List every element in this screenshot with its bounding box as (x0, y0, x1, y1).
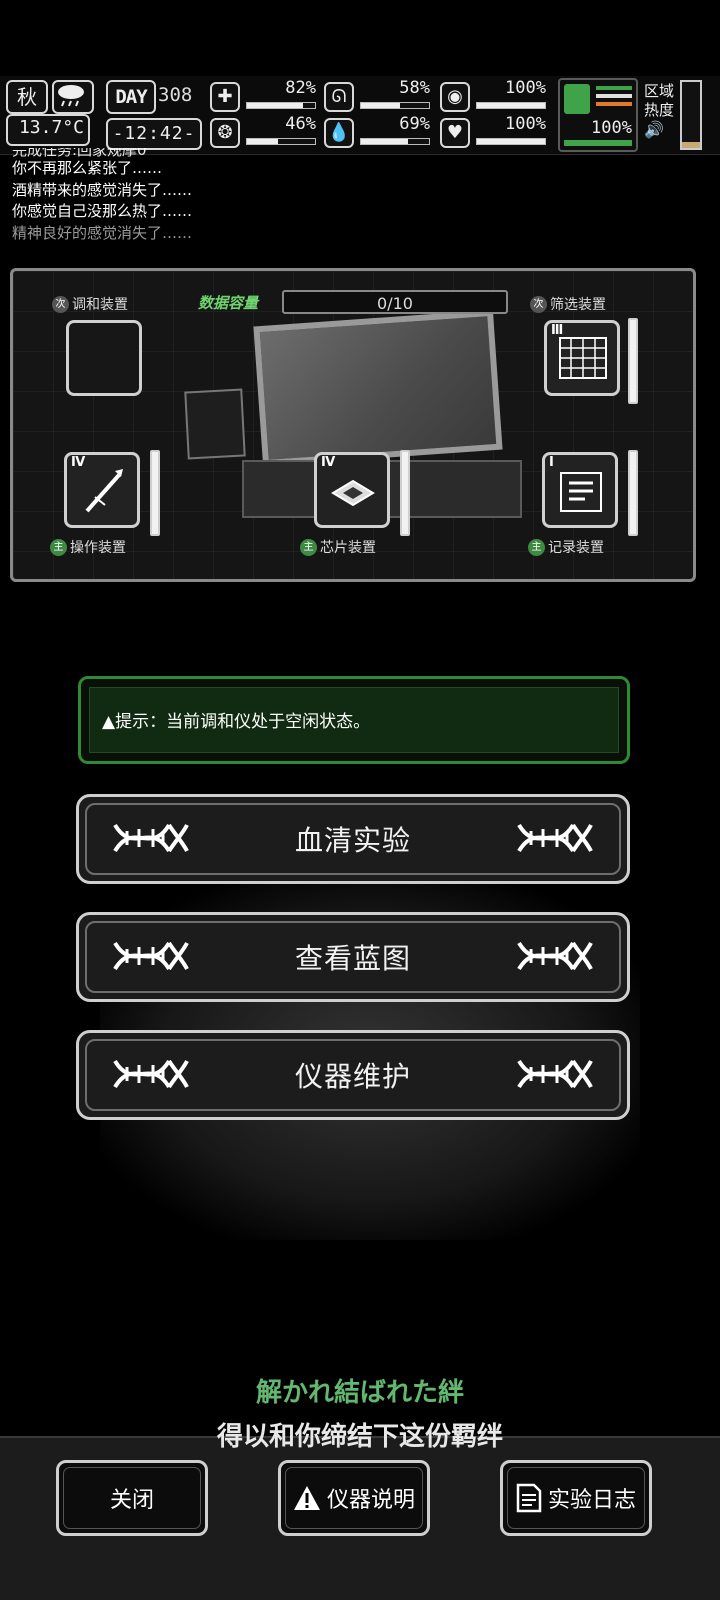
sub-tag: 次 (52, 295, 69, 313)
record-durability-bar (628, 450, 638, 536)
tune-device-label: 次 调和装置 (52, 294, 128, 314)
close-label: 关闭 (109, 1488, 154, 1513)
health-bar (246, 102, 316, 109)
operate-device-slot[interactable]: Ⅳ (64, 452, 140, 528)
foot-value: 100% (591, 118, 632, 138)
warning-icon (293, 1486, 320, 1510)
lyric-japanese: 解かれ結ばれた絆 (255, 1378, 464, 1408)
health-value: 82% (285, 78, 316, 98)
water-value: 69% (399, 114, 430, 134)
foot-status-panel: 100% (558, 78, 638, 152)
chip-durability-bar (400, 450, 410, 536)
operate-durability-bar (150, 450, 160, 536)
dna-icon (517, 1059, 593, 1089)
instrument-maintenance-button[interactable]: 仪器维护 (76, 1030, 630, 1120)
recorder-icon (560, 472, 602, 512)
data-capacity-label: 数据容量 (198, 294, 259, 312)
lyric-chinese: 得以和你缔结下这份羁绊 (216, 1422, 503, 1452)
stamina-bar (476, 102, 546, 109)
season-indicator: 秋 (6, 80, 48, 114)
device-box (184, 388, 246, 460)
heart-bar (476, 138, 546, 145)
chip-level: Ⅳ (321, 455, 336, 470)
mind-bar-fill (247, 139, 279, 144)
view-blueprint-label: 查看蓝图 (294, 942, 411, 975)
dna-icon (113, 1059, 189, 1089)
water-bar-fill (361, 139, 408, 144)
day-number: 308 (158, 84, 193, 106)
log-line: 你感觉自己没那么热了…… (12, 202, 193, 220)
dna-icon (517, 823, 593, 853)
close-button[interactable]: 关闭 (56, 1460, 208, 1536)
device-monitor (253, 309, 503, 467)
medkit-icon: ✚ (210, 82, 240, 112)
serum-experiment-label: 血清实验 (294, 824, 411, 857)
instrument-manual-label: 仪器说明 (326, 1488, 415, 1513)
status-hud: 秋 13.7°C DAY 308 -12:42- ✚ 82% ᘏ 58% ◉ 1… (0, 76, 720, 155)
data-capacity-value: 0/10 (282, 290, 508, 314)
log-line: 完成任务:回家规摩0 (12, 148, 147, 158)
filter-durability-bar (628, 318, 638, 404)
region-heat-label: 区域 热度 🔊 (644, 82, 678, 139)
log-line: 酒精带来的感觉消失了…… (12, 180, 193, 199)
event-log: 完成任务:回家规摩0 你不再那么紧张了…… 酒精带来的感觉消失了…… 你感觉自己… (12, 148, 412, 244)
chip-device-slot[interactable]: Ⅳ (314, 452, 390, 528)
log-line: 你不再那么紧张了…… (12, 159, 163, 177)
stomach-bar-fill (361, 103, 401, 108)
foot-bar (564, 140, 632, 146)
stamina-value: 100% (505, 78, 546, 98)
boot-icon (564, 84, 590, 114)
stomach-bar (360, 102, 430, 109)
mind-value: 46% (285, 114, 316, 134)
health-bar-fill (247, 103, 303, 108)
instrument-maintenance-label: 仪器维护 (294, 1060, 411, 1093)
temperature-readout: 13.7°C (6, 114, 90, 146)
document-icon (516, 1483, 542, 1513)
sub-tag: 次 (530, 295, 547, 313)
chip-icon (331, 479, 375, 507)
filter-device-slot[interactable]: Ⅲ (544, 320, 620, 396)
stamina-bar-fill (477, 103, 545, 108)
filter-grid-icon (559, 337, 607, 379)
clock-readout: -12:42- (106, 118, 202, 150)
main-tag: 主 (50, 538, 67, 556)
heart-bar-fill (477, 139, 545, 144)
heart-icon: ♥ (440, 118, 470, 148)
day-label: DAY (106, 80, 156, 114)
rain-cloud-icon (52, 80, 94, 114)
brain-icon: ❂ (210, 118, 240, 148)
record-device-label: 主 记录装置 (528, 537, 604, 557)
dna-icon (113, 941, 189, 971)
experiment-log-button[interactable]: 实验日志 (500, 1460, 652, 1536)
tune-device-slot[interactable] (66, 320, 142, 396)
filter-device-label: 次 筛选装置 (530, 294, 606, 314)
mind-bar (246, 138, 316, 145)
chip-device-label: 主 芯片装置 (300, 537, 376, 557)
record-level: Ⅰ (549, 455, 554, 470)
experiment-log-label: 实验日志 (547, 1488, 636, 1513)
heart-value: 100% (505, 114, 546, 134)
main-tag: 主 (528, 538, 545, 556)
stomach-icon: ᘏ (324, 82, 354, 112)
view-blueprint-button[interactable]: 查看蓝图 (76, 912, 630, 1002)
sound-icon[interactable]: 🔊 (644, 120, 678, 139)
syringe-icon (85, 469, 123, 513)
region-heat-bar (680, 80, 702, 150)
stamina-icon: ◉ (440, 82, 470, 112)
stomach-value: 58% (399, 78, 430, 98)
record-device-slot[interactable]: Ⅰ (542, 452, 618, 528)
log-line: 精神良好的感觉消失了…… (12, 223, 193, 242)
water-drop-icon: 💧 (324, 118, 354, 148)
hint-box: ▲提示：当前调和仪处于空闲状态。 (78, 676, 630, 764)
operate-device-label: 主 操作装置 (50, 537, 126, 557)
dna-icon (517, 941, 593, 971)
filter-level: Ⅲ (551, 323, 564, 338)
instrument-manual-button[interactable]: 仪器说明 (278, 1460, 430, 1536)
dna-icon (113, 823, 189, 853)
hint-text: ▲提示：当前调和仪处于空闲状态。 (102, 712, 371, 732)
main-tag: 主 (300, 538, 317, 556)
serum-experiment-button[interactable]: 血清实验 (76, 794, 630, 884)
water-bar (360, 138, 430, 145)
